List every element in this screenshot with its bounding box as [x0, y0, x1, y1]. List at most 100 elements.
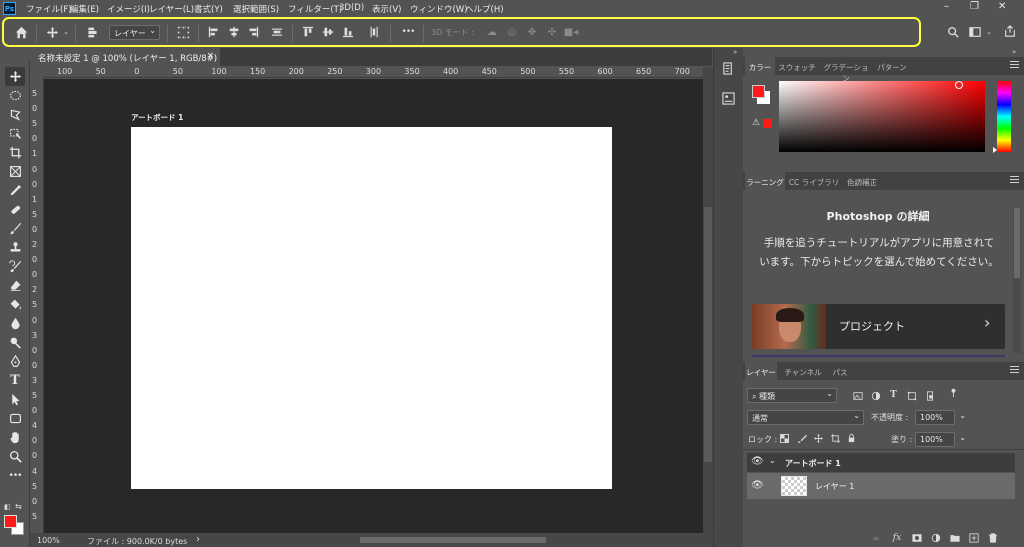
layer-name[interactable]: レイヤー 1	[815, 481, 854, 492]
opacity-field[interactable]: 100% ⌄	[915, 410, 966, 425]
minimize-button[interactable]: –	[944, 1, 949, 12]
move-tool-icon[interactable]	[44, 24, 60, 40]
path-selection-tool-icon[interactable]	[5, 390, 25, 409]
lasso-tool-icon[interactable]	[5, 105, 25, 124]
align-bottom-icon[interactable]	[341, 24, 355, 40]
history-panel-icon[interactable]	[722, 62, 736, 76]
properties-panel-icon[interactable]	[722, 92, 736, 106]
move-tool-icon[interactable]	[5, 67, 25, 86]
zoom-tool-icon[interactable]	[5, 447, 25, 466]
blend-mode-dropdown[interactable]: 通常 ⌄	[747, 410, 864, 425]
tab-patterns[interactable]: パターン	[874, 57, 910, 75]
lock-artboard-icon[interactable]	[830, 433, 840, 443]
home-icon[interactable]	[13, 24, 29, 40]
workspace-icon[interactable]	[968, 25, 982, 39]
marquee-tool-icon[interactable]	[5, 86, 25, 105]
layer-name[interactable]: アートボード 1	[785, 458, 841, 469]
hue-slider-handle[interactable]	[993, 147, 997, 153]
filter-type-icon[interactable]: T	[888, 388, 899, 401]
tab-adjustments[interactable]: 色調補正	[842, 172, 882, 190]
lock-all-icon[interactable]	[846, 433, 856, 443]
menu-view[interactable]: 表示(V)	[372, 3, 401, 15]
fx-icon[interactable]: fx	[891, 532, 903, 544]
visibility-eye-icon[interactable]: 👁	[751, 480, 764, 491]
new-layer-icon[interactable]	[968, 532, 980, 544]
restore-button[interactable]: ❐	[970, 1, 979, 12]
fill-field[interactable]: 100% ⌄	[915, 432, 966, 447]
edit-toolbar-icon[interactable]: •••	[5, 466, 25, 485]
type-tool-icon[interactable]: T	[5, 371, 25, 390]
document-tab[interactable]: 名称未設定 1 @ 100% (レイヤー 1, RGB/8#) ×	[30, 48, 220, 66]
paint-bucket-tool-icon[interactable]	[5, 295, 25, 314]
artboard[interactable]	[131, 127, 612, 489]
tab-layers[interactable]: レイヤー	[745, 362, 777, 380]
vertical-scrollbar[interactable]	[703, 67, 713, 533]
artboard-label[interactable]: アートボード 1	[131, 112, 183, 123]
zoom-level[interactable]: 100%	[37, 536, 60, 545]
blur-tool-icon[interactable]	[5, 314, 25, 333]
more-options-icon[interactable]: •••	[399, 24, 417, 40]
brush-tool-icon[interactable]	[5, 219, 25, 238]
menu-layer[interactable]: レイヤー(L)	[149, 3, 194, 15]
menu-help[interactable]: ヘルプ(H)	[465, 3, 504, 15]
add-mask-icon[interactable]	[911, 532, 923, 544]
learn-scrollbar[interactable]	[1013, 208, 1021, 353]
project-card[interactable]: プロジェクト ›	[752, 304, 1005, 349]
filter-toggle-icon[interactable]	[948, 387, 958, 397]
menu-3d[interactable]: 3D(D)	[339, 3, 364, 13]
filter-adjustment-icon[interactable]	[870, 390, 881, 401]
share-icon[interactable]	[1003, 24, 1017, 38]
layer-thumbnail[interactable]	[781, 476, 807, 496]
chevron-down-icon[interactable]: ⌄	[769, 456, 776, 465]
tab-gradients[interactable]: グラデーション	[820, 57, 872, 83]
transform-controls-icon[interactable]	[175, 24, 191, 40]
distribute-horizontal-icon[interactable]	[270, 24, 284, 40]
close-tab-icon[interactable]: ×	[206, 51, 214, 61]
lock-image-pixels-icon[interactable]	[797, 433, 807, 443]
search-icon[interactable]	[946, 25, 960, 39]
hand-tool-icon[interactable]	[5, 428, 25, 447]
filter-shape-icon[interactable]	[906, 390, 917, 401]
auto-select-dropdown[interactable]: レイヤー ⌄	[109, 25, 160, 40]
canvas-area[interactable]: アートボード 1	[44, 79, 703, 533]
link-layers-icon[interactable]: ∞	[870, 532, 882, 544]
foreground-color-swatch[interactable]	[4, 515, 17, 528]
healing-brush-tool-icon[interactable]	[5, 200, 25, 219]
chevron-down-icon[interactable]: ⌄	[985, 26, 993, 38]
collapse-icon[interactable]: »	[733, 48, 737, 56]
dodge-tool-icon[interactable]	[5, 333, 25, 352]
hue-slider[interactable]	[993, 81, 1011, 153]
menu-type[interactable]: 書式(Y)	[194, 3, 223, 15]
tab-cc-libraries[interactable]: CC ライブラリ	[788, 172, 840, 190]
panel-menu-icon[interactable]	[1010, 61, 1019, 70]
menu-edit[interactable]: 編集(E)	[70, 3, 99, 15]
history-brush-tool-icon[interactable]	[5, 257, 25, 276]
swap-colors-icon[interactable]: ⇆	[15, 502, 22, 511]
color-foreground-swatch[interactable]	[752, 85, 765, 98]
artboard-layer-row[interactable]: 👁 ⌄ アートボード 1	[747, 453, 1015, 472]
filter-pixel-icon[interactable]	[852, 390, 863, 401]
close-button[interactable]: ✕	[998, 1, 1006, 12]
layer-row-selected[interactable]: 👁 レイヤー 1	[747, 473, 1015, 499]
color-field[interactable]	[779, 81, 985, 152]
tab-channels[interactable]: チャンネル	[781, 362, 825, 380]
lock-position-icon[interactable]	[813, 433, 823, 443]
align-top-icon[interactable]	[301, 24, 315, 40]
object-selection-tool-icon[interactable]	[5, 124, 25, 143]
tab-paths[interactable]: パス	[828, 362, 852, 380]
layer-filter-dropdown[interactable]: ⌕ 種類 ⌄	[747, 388, 837, 403]
horizontal-scrollbar-thumb[interactable]	[360, 537, 546, 543]
menu-image[interactable]: イメージ(I)	[107, 3, 150, 15]
align-middle-icon[interactable]	[321, 24, 335, 40]
align-center-icon[interactable]	[227, 24, 241, 40]
gamut-swatch[interactable]	[763, 119, 772, 128]
frame-tool-icon[interactable]	[5, 162, 25, 181]
filter-smart-object-icon[interactable]	[924, 390, 935, 401]
eyedropper-tool-icon[interactable]	[5, 181, 25, 200]
tab-color[interactable]: カラー	[745, 57, 775, 75]
trash-icon[interactable]	[987, 532, 999, 544]
panel-menu-icon[interactable]	[1010, 366, 1019, 375]
tab-learn[interactable]: ラーニング	[745, 172, 785, 190]
adjustment-layer-icon[interactable]	[930, 532, 942, 544]
group-folder-icon[interactable]	[949, 532, 961, 544]
